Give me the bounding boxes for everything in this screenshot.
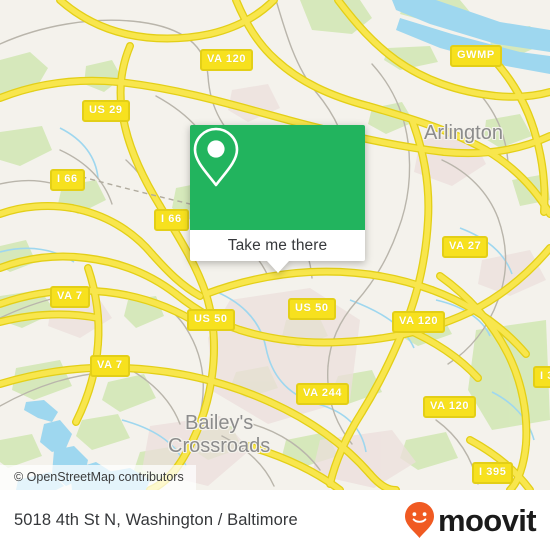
- callout-tail: [266, 261, 289, 273]
- road-shield[interactable]: VA 244: [296, 383, 350, 405]
- road-shield[interactable]: US 50: [288, 298, 336, 320]
- take-me-there-label: Take me there: [227, 236, 328, 254]
- road-shield[interactable]: I 3: [533, 366, 550, 388]
- moovit-wordmark: moovit: [437, 502, 537, 538]
- place-label-arlington: Arlington: [424, 122, 503, 144]
- callout-icon-area: [190, 125, 365, 230]
- road-shield[interactable]: I 395: [472, 462, 514, 484]
- road-shield[interactable]: GWMP: [450, 45, 502, 67]
- road-shield[interactable]: US 50: [187, 309, 235, 331]
- road-shield[interactable]: I 66: [154, 209, 189, 231]
- moovit-brand[interactable]: moovit: [404, 501, 537, 539]
- road-shield[interactable]: VA 27: [442, 236, 489, 258]
- road-shield[interactable]: VA 120: [392, 311, 446, 333]
- map-canvas[interactable]: VA 120 GWMP US 29 I 66 I 66 VA 27 VA 7 U…: [0, 0, 550, 490]
- road-shield[interactable]: VA 7: [90, 355, 130, 377]
- address-label: 5018 4th St N, Washington / Baltimore: [14, 510, 298, 529]
- callout-action-area[interactable]: Take me there: [190, 230, 365, 261]
- road-shield[interactable]: US 29: [82, 100, 130, 122]
- map-pin-icon: [193, 127, 239, 187]
- road-shield[interactable]: VA 7: [50, 286, 90, 308]
- place-label-line: Bailey's: [184, 412, 254, 434]
- moovit-pin-smiley-icon: [404, 502, 434, 538]
- moovit-map-share-card: VA 120 GWMP US 29 I 66 I 66 VA 27 VA 7 U…: [0, 0, 550, 550]
- road-shield[interactable]: VA 120: [423, 396, 477, 418]
- destination-callout-card[interactable]: Take me there: [190, 125, 365, 273]
- place-label-line: Crossroads: [168, 435, 271, 457]
- road-shield[interactable]: VA 120: [200, 49, 254, 71]
- road-shield[interactable]: I 66: [50, 169, 85, 191]
- place-label-baileys-crossroads: Bailey's Crossroads: [168, 412, 270, 458]
- footer-bar: 5018 4th St N, Washington / Baltimore mo…: [0, 490, 550, 550]
- osm-attribution[interactable]: © OpenStreetMap contributors: [0, 465, 196, 490]
